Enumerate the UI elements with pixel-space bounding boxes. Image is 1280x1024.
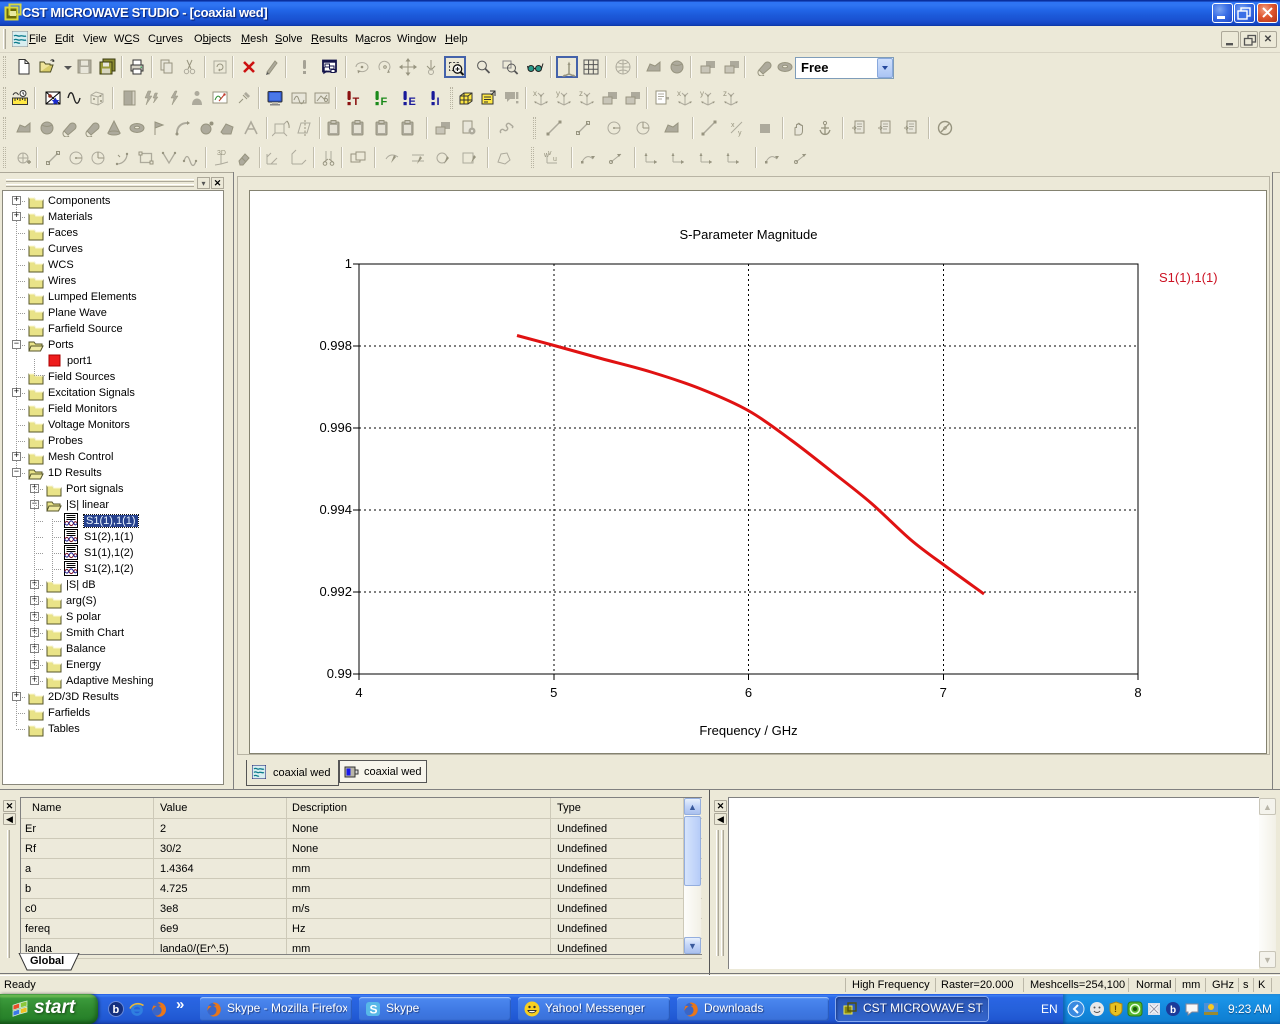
svg-text:3D: 3D	[217, 150, 226, 157]
svg-text:I: I	[437, 96, 440, 107]
svg-text:x: x	[533, 89, 537, 98]
svg-text:b: b	[1170, 1005, 1176, 1016]
svg-text:F: F	[381, 96, 388, 107]
svg-text:u: u	[553, 156, 557, 163]
svg-text:z: z	[723, 89, 727, 98]
svg-text:v: v	[548, 150, 552, 157]
svg-text:b: b	[113, 1004, 120, 1016]
svg-text:y: y	[556, 89, 560, 98]
svg-text:E: E	[409, 96, 416, 107]
svg-text:x: x	[731, 122, 735, 129]
svg-text:y: y	[738, 130, 742, 137]
svg-text:y: y	[700, 89, 704, 98]
svg-text:z: z	[579, 89, 583, 98]
svg-text:!: !	[1114, 1004, 1117, 1014]
svg-text:T: T	[353, 96, 360, 107]
svg-text:x: x	[677, 89, 681, 98]
svg-text:S: S	[370, 1003, 378, 1017]
